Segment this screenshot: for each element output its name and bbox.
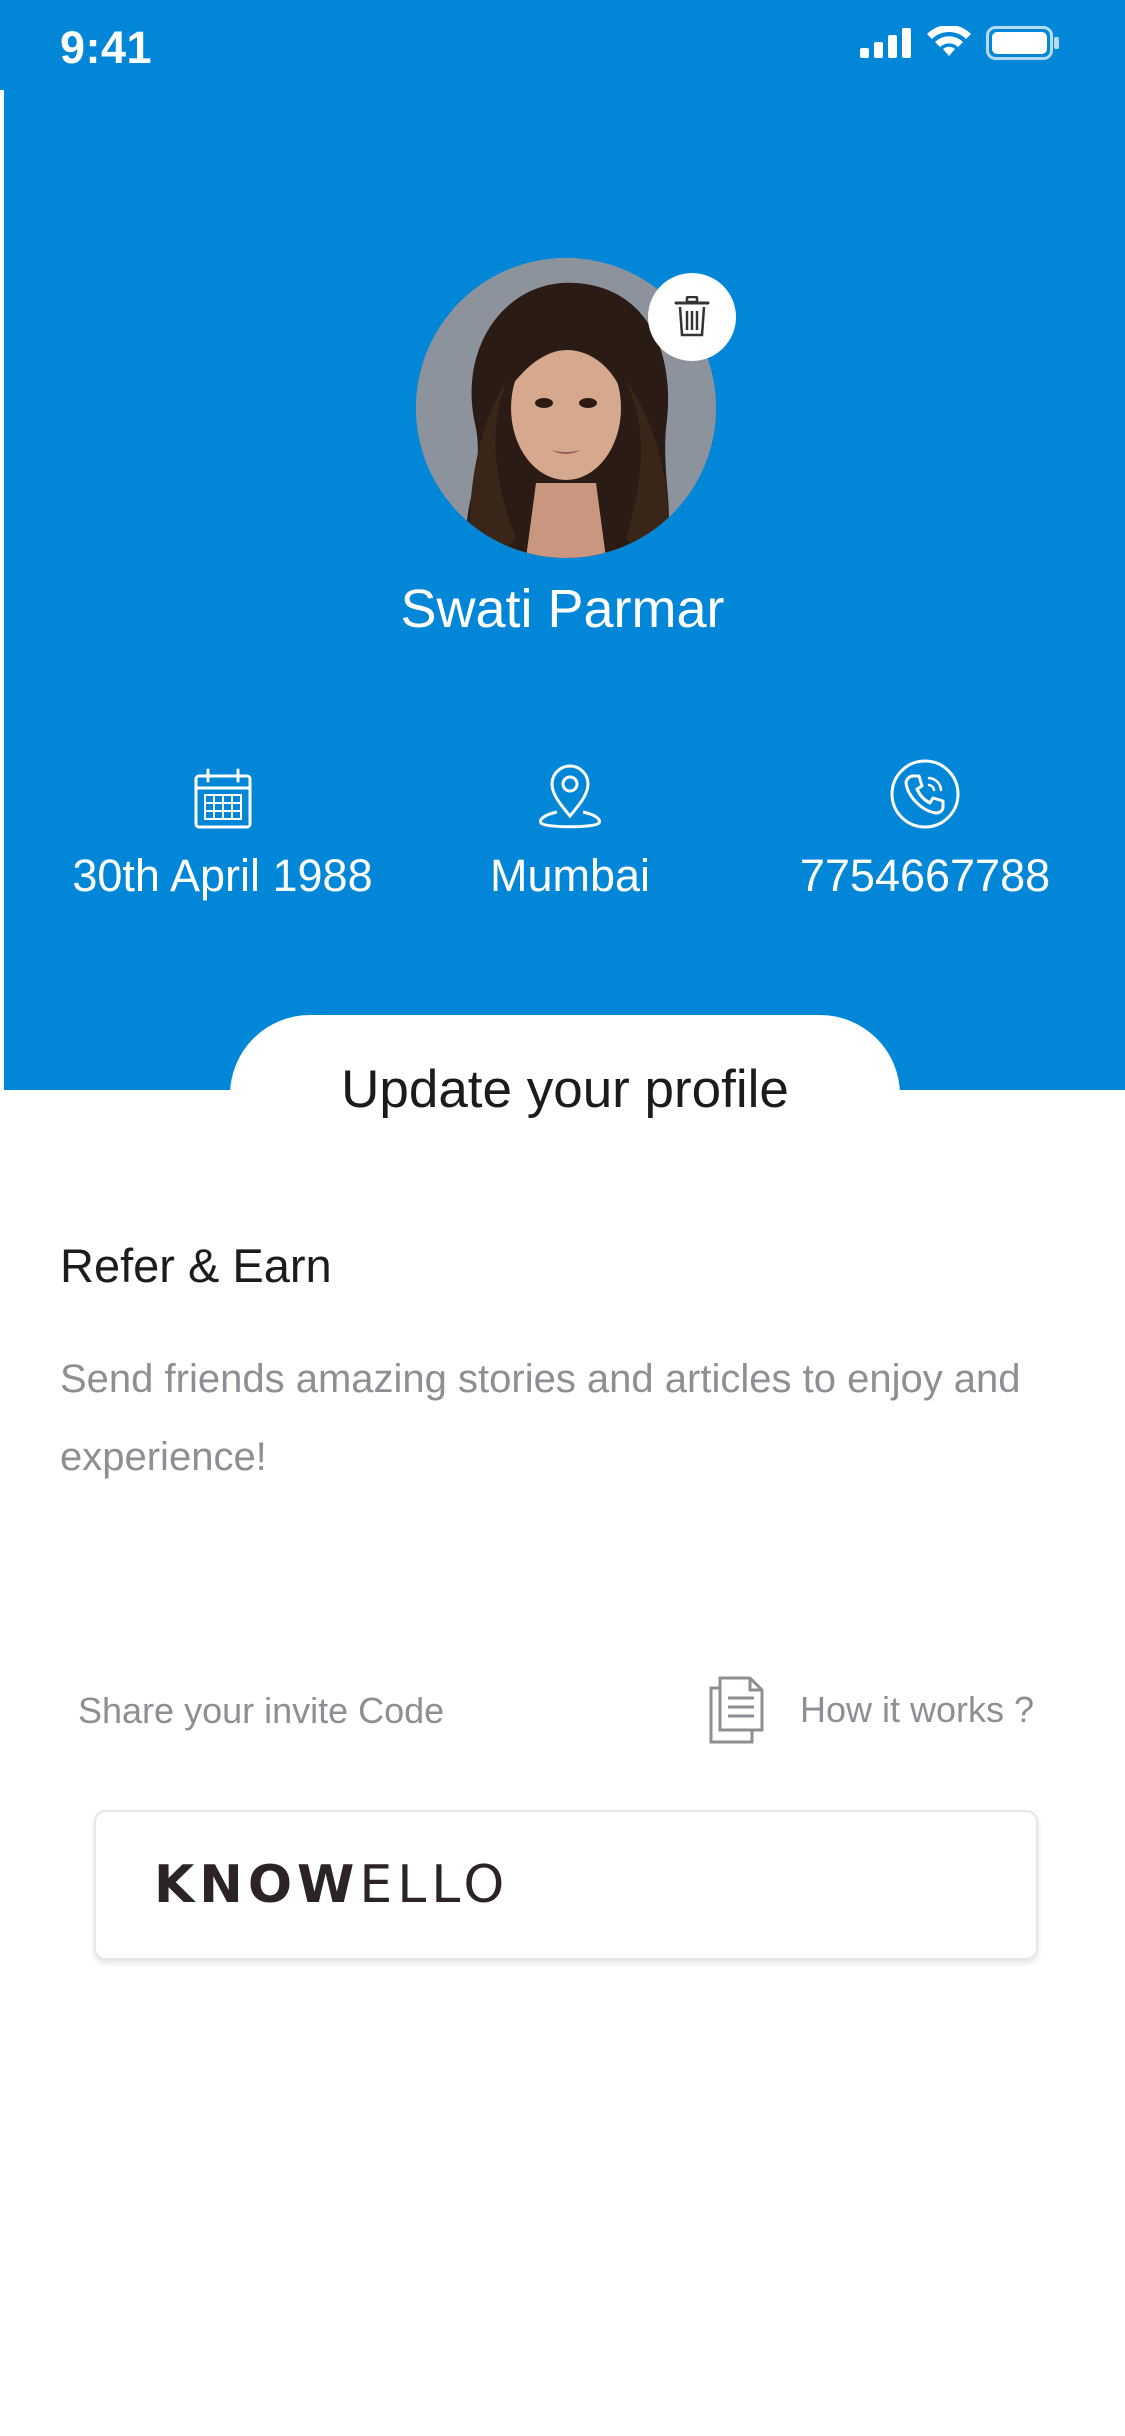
invite-code-light: ELLO [359, 1855, 510, 1915]
update-profile-button[interactable]: Update your profile [230, 1015, 900, 1175]
update-profile-label: Update your profile [341, 1060, 789, 1119]
calendar-icon [194, 768, 251, 829]
phone-value: 7754667788 [799, 850, 1051, 901]
document-icon [709, 1676, 764, 1744]
battery-icon [986, 26, 1059, 60]
location-pin-icon [539, 764, 601, 829]
city-value: Mumbai [489, 850, 651, 901]
profile-screen: 9:41 Swati Parmar 30th April 1988 Mumbai… [0, 0, 1125, 2436]
dob-value: 30th April 1988 [72, 850, 373, 901]
info-phone: 7754667788 [780, 750, 1070, 902]
refer-earn-title: Refer & Earn [60, 1239, 332, 1292]
status-time: 9:41 [60, 22, 153, 73]
how-it-works-link[interactable]: How it works ? [708, 1676, 1034, 1744]
invite-code-box[interactable]: KNOWELLO [94, 1810, 1038, 1960]
info-date-of-birth: 30th April 1988 [50, 750, 395, 902]
invite-code-bold: KNOW [154, 1855, 360, 1915]
delete-photo-button[interactable] [648, 273, 736, 361]
invite-code-label: Share your invite Code [78, 1690, 445, 1731]
avatar-container [416, 258, 736, 558]
refer-earn-description: Send friends amazing stories and article… [60, 1357, 1021, 1479]
signal-icon [860, 28, 911, 58]
status-icons [860, 26, 1060, 60]
how-it-works-label: How it works ? [800, 1689, 1035, 1730]
phone-icon [890, 759, 960, 829]
profile-name: Swati Parmar [400, 579, 725, 639]
info-city: Mumbai [440, 750, 700, 902]
wifi-icon [927, 26, 971, 56]
trash-icon [674, 296, 710, 337]
invite-code-value: KNOWELLO [154, 1855, 509, 1915]
